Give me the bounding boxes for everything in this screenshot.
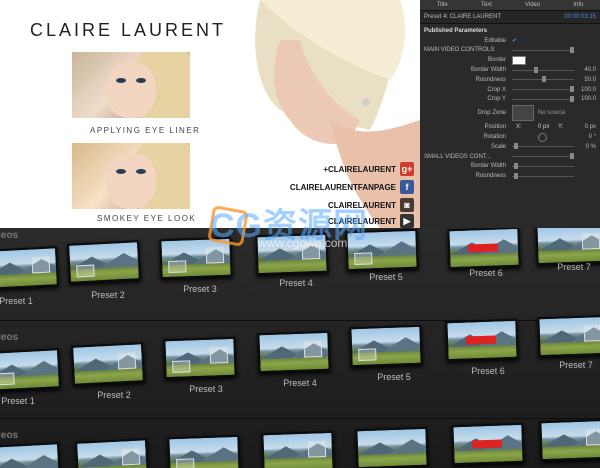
group-label: ideos bbox=[0, 230, 19, 241]
drop-zone-well[interactable] bbox=[512, 105, 534, 122]
preset-clip[interactable] bbox=[257, 330, 331, 374]
preset-label: Preset 6 bbox=[471, 366, 505, 376]
border-width-2-row: Border Width bbox=[420, 162, 600, 172]
preset-clip[interactable] bbox=[0, 348, 61, 392]
preset-clip[interactable] bbox=[537, 314, 600, 358]
video-preview: CLAIRE LAURENT APPLYING EYE LINER SMOKEY… bbox=[0, 0, 420, 228]
preset-clip[interactable] bbox=[535, 228, 600, 266]
inspector-panel: Title Text Video Info Preset 4: CLAIRE L… bbox=[420, 0, 600, 228]
editable-row: Editable ✔ bbox=[484, 37, 518, 45]
preset-label: Preset 5 bbox=[377, 372, 411, 382]
crop-y-row: Crop Y 100.0 bbox=[487, 95, 596, 103]
rotation-row: Rotation 0 ° bbox=[483, 132, 596, 142]
preset-clip[interactable] bbox=[0, 246, 59, 290]
preset-clip[interactable] bbox=[451, 422, 525, 466]
tab-video[interactable]: Video bbox=[525, 2, 540, 8]
preset-clip[interactable] bbox=[71, 342, 145, 386]
timecode: 00:00:03:15 bbox=[564, 14, 596, 20]
preset-label: Preset 7 bbox=[557, 262, 591, 272]
preset-label: Preset 4 bbox=[279, 278, 313, 288]
tab-text[interactable]: Text bbox=[481, 2, 492, 8]
small-controls-slider[interactable] bbox=[512, 153, 574, 160]
social-google-plus: +CLAIRELAURENT g+ bbox=[323, 162, 414, 176]
preset-label: Preset 6 bbox=[469, 268, 503, 278]
preset-clip[interactable] bbox=[75, 438, 149, 468]
inspector-header: Preset 4: CLAIRE LAURENT 00:00:03:15 bbox=[420, 11, 600, 24]
youtube-icon: ▶ bbox=[400, 214, 414, 228]
facebook-icon: f bbox=[400, 180, 414, 194]
position-row: Position X: 0 px Y: 0 px bbox=[484, 124, 596, 131]
rotation-dial[interactable] bbox=[538, 132, 547, 142]
small-videos-controls-row: SMALL VIDEOS CONT... bbox=[420, 152, 600, 162]
preset-clip[interactable] bbox=[349, 324, 423, 368]
roundness-row: Roundness 50.0 bbox=[475, 76, 596, 83]
group-label: ideos bbox=[0, 332, 19, 343]
caption-applying-eye-liner: APPLYING EYE LINER bbox=[90, 126, 201, 135]
preset-clip[interactable] bbox=[163, 336, 237, 380]
thumbnail-applying-eye-liner bbox=[72, 52, 190, 118]
inspector-title: Preset 4: CLAIRE LAURENT bbox=[424, 14, 502, 20]
preset-browser: ideos ideos ideos Preset 1 Preset 2 Pres… bbox=[0, 228, 600, 468]
group-label: ideos bbox=[0, 430, 19, 441]
published-parameters-row[interactable]: Published Parameters bbox=[420, 26, 600, 36]
preset-clip[interactable] bbox=[0, 442, 61, 468]
watermark-url: www.cgown.com bbox=[258, 236, 348, 250]
crop-x-slider[interactable] bbox=[512, 86, 574, 93]
google-plus-icon: g+ bbox=[400, 162, 414, 176]
position-y-value[interactable]: 0 px bbox=[585, 124, 596, 130]
preset-label: Preset 2 bbox=[91, 290, 125, 300]
preset-label: Preset 1 bbox=[0, 296, 33, 306]
border-width-2-slider[interactable] bbox=[512, 162, 574, 169]
main-video-controls-row: MAIN VIDEO CONTROLS bbox=[420, 46, 600, 56]
drop-zone-row: Drop Zone No source bbox=[420, 104, 600, 122]
position-x-value[interactable]: 0 px bbox=[538, 124, 549, 130]
preset-label: Preset 3 bbox=[183, 284, 217, 294]
instagram-icon: ◙ bbox=[400, 198, 414, 212]
border-width-row: Border Width 40.0 bbox=[470, 66, 596, 74]
editable-checkbox[interactable]: ✔ bbox=[512, 37, 517, 44]
caption-smokey-eye-look: SMOKEY EYE LOOK bbox=[97, 214, 197, 223]
roundness-2-row: Roundness bbox=[420, 171, 600, 181]
preset-clip[interactable] bbox=[261, 430, 335, 468]
preset-clip[interactable] bbox=[67, 240, 141, 284]
preset-label: Preset 4 bbox=[283, 378, 317, 388]
preset-clip[interactable] bbox=[355, 426, 429, 468]
brand-title: CLAIRE LAURENT bbox=[30, 20, 227, 40]
preset-label: Preset 3 bbox=[189, 384, 223, 394]
preset-clip[interactable] bbox=[539, 418, 600, 462]
preset-label: Preset 7 bbox=[559, 360, 593, 370]
tab-title[interactable]: Title bbox=[437, 2, 448, 8]
roundness-2-slider[interactable] bbox=[512, 172, 574, 179]
scale-slider[interactable] bbox=[512, 143, 574, 150]
tab-info[interactable]: Info bbox=[573, 2, 583, 8]
border-row: Border bbox=[420, 55, 600, 65]
scale-row: Scale 0 % bbox=[490, 143, 596, 150]
social-facebook: CLAIRELAURENTFANPAGE f bbox=[290, 180, 414, 194]
thumbnail-smokey-eye-look bbox=[72, 143, 190, 209]
inspector-tabs: Title Text Video Info bbox=[420, 0, 600, 11]
preset-label: Preset 1 bbox=[1, 396, 35, 406]
crop-x-row: Crop X 100.0 bbox=[487, 86, 596, 93]
main-controls-slider[interactable] bbox=[512, 46, 574, 53]
preset-clip[interactable] bbox=[445, 318, 519, 362]
roundness-slider[interactable] bbox=[512, 76, 574, 83]
preset-label: Preset 5 bbox=[369, 272, 403, 282]
preset-label: Preset 2 bbox=[97, 390, 131, 400]
border-color-swatch[interactable] bbox=[512, 55, 526, 65]
border-width-slider[interactable] bbox=[512, 66, 574, 73]
preset-clip[interactable] bbox=[447, 228, 521, 270]
preset-clip[interactable] bbox=[167, 434, 241, 468]
crop-y-slider[interactable] bbox=[512, 95, 574, 102]
